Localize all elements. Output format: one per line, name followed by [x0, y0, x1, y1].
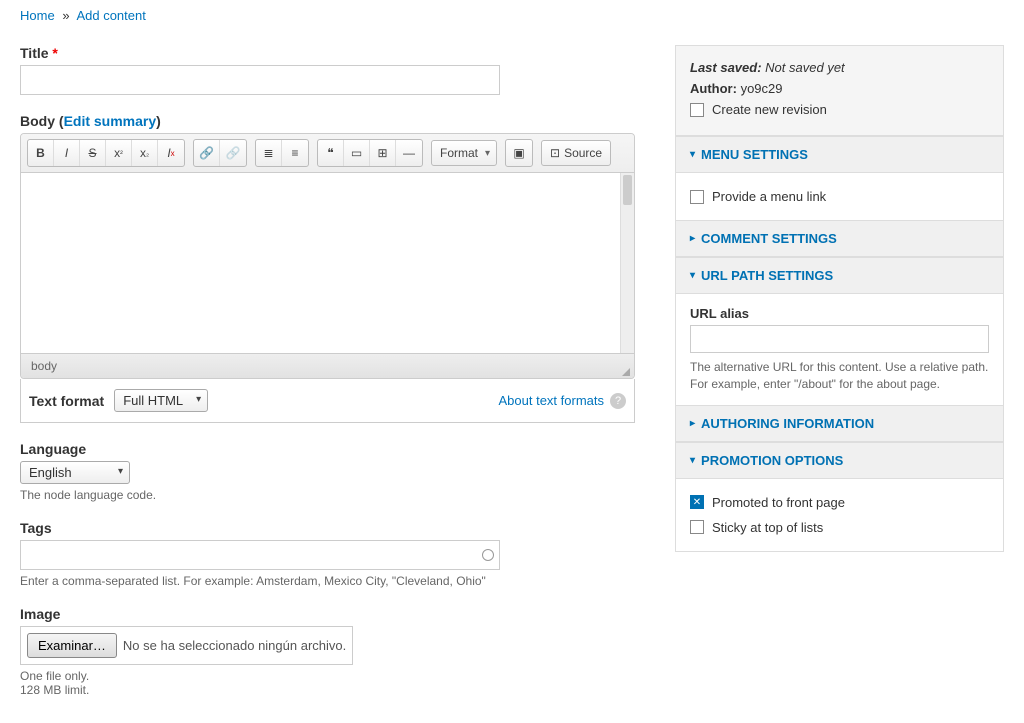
format-dropdown[interactable]: Format: [431, 140, 497, 166]
image-label: Image: [20, 606, 635, 622]
comment-settings-header[interactable]: ▸COMMENT SETTINGS: [676, 220, 1003, 257]
editor-textarea[interactable]: [21, 173, 634, 353]
hr-icon[interactable]: —: [396, 140, 422, 166]
strike-icon[interactable]: S: [80, 140, 106, 166]
breadcrumb-home[interactable]: Home: [20, 8, 55, 23]
tags-label: Tags: [20, 520, 635, 536]
wysiwyg-editor: B I S x² x₂ Ix 🔗 🔗 ≣ ≡: [20, 133, 635, 379]
editor-scrollbar[interactable]: [620, 173, 634, 353]
sticky-checkbox[interactable]: [690, 520, 704, 534]
revision-checkbox[interactable]: [690, 103, 704, 117]
last-saved-value: Not saved yet: [765, 60, 845, 75]
blockquote-icon[interactable]: ❝: [318, 140, 344, 166]
edit-summary-link[interactable]: Edit summary: [64, 113, 157, 129]
language-label: Language: [20, 441, 635, 457]
menu-link-label: Provide a menu link: [712, 189, 826, 204]
autocomplete-icon: [482, 549, 494, 561]
text-format-select[interactable]: Full HTML: [114, 389, 208, 412]
tags-input[interactable]: [20, 540, 500, 570]
promotion-options-header[interactable]: ▾PROMOTION OPTIONS: [676, 442, 1003, 479]
bold-icon[interactable]: B: [28, 140, 54, 166]
image-icon[interactable]: ▭: [344, 140, 370, 166]
text-format-row: Text format Full HTML About text formats…: [20, 379, 635, 423]
tags-desc: Enter a comma-separated list. For exampl…: [20, 574, 635, 588]
subscript-icon[interactable]: x₂: [132, 140, 158, 166]
sidebar: Last saved: Not saved yet Author: yo9c29…: [675, 45, 1004, 715]
chevron-right-icon: ▸: [690, 233, 695, 244]
language-select[interactable]: English: [20, 461, 130, 484]
main-form: Title * Body (Edit summary) B I S x² x₂ …: [20, 45, 635, 715]
url-alias-desc: The alternative URL for this content. Us…: [690, 359, 989, 393]
chevron-down-icon: ▾: [690, 455, 695, 466]
breadcrumb-sep: »: [62, 8, 69, 23]
editor-toolbar: B I S x² x₂ Ix 🔗 🔗 ≣ ≡: [21, 134, 634, 173]
title-label: Title *: [20, 45, 635, 61]
promoted-label: Promoted to front page: [712, 495, 845, 510]
menu-settings-header[interactable]: ▾MENU SETTINGS: [676, 136, 1003, 173]
body-label: Body (Edit summary): [20, 113, 635, 129]
sticky-label: Sticky at top of lists: [712, 520, 823, 535]
author-label: Author:: [690, 81, 737, 96]
help-icon: ?: [610, 393, 626, 409]
italic-icon[interactable]: I: [54, 140, 80, 166]
breadcrumb: Home » Add content: [20, 8, 1004, 23]
url-alias-input[interactable]: [690, 325, 989, 353]
chevron-down-icon: ▾: [690, 149, 695, 160]
chevron-right-icon: ▸: [690, 418, 695, 429]
revision-label: Create new revision: [712, 102, 827, 117]
file-status-text: No se ha seleccionado ningún archivo.: [123, 638, 346, 653]
media-icon[interactable]: ▣: [506, 140, 532, 166]
superscript-icon[interactable]: x²: [106, 140, 132, 166]
text-format-label: Text format: [29, 393, 104, 409]
unlink-icon[interactable]: 🔗: [220, 140, 246, 166]
authoring-info-header[interactable]: ▸AUTHORING INFORMATION: [676, 405, 1003, 442]
author-value: yo9c29: [741, 81, 783, 96]
about-text-formats-link[interactable]: About text formats ?: [499, 393, 627, 409]
source-button[interactable]: ⊡ Source: [541, 140, 611, 166]
menu-link-checkbox[interactable]: [690, 190, 704, 204]
url-path-settings-header[interactable]: ▾URL PATH SETTINGS: [676, 257, 1003, 294]
breadcrumb-current[interactable]: Add content: [76, 8, 145, 23]
promoted-checkbox[interactable]: ✕: [690, 495, 704, 509]
bullet-list-icon[interactable]: ≣: [256, 140, 282, 166]
file-browse-button[interactable]: Examinar…: [27, 633, 117, 658]
file-desc-2: 128 MB limit.: [20, 683, 635, 697]
language-desc: The node language code.: [20, 488, 635, 502]
remove-format-icon[interactable]: Ix: [158, 140, 184, 166]
last-saved-label: Last saved:: [690, 60, 762, 75]
link-icon[interactable]: 🔗: [194, 140, 220, 166]
resize-handle-icon[interactable]: [622, 368, 630, 376]
url-alias-label: URL alias: [690, 306, 989, 321]
source-icon: ⊡: [550, 146, 560, 160]
file-desc-1: One file only.: [20, 669, 635, 683]
editor-path: body: [21, 353, 634, 378]
number-list-icon[interactable]: ≡: [282, 140, 308, 166]
chevron-down-icon: ▾: [690, 270, 695, 281]
title-input[interactable]: [20, 65, 500, 95]
table-icon[interactable]: ⊞: [370, 140, 396, 166]
